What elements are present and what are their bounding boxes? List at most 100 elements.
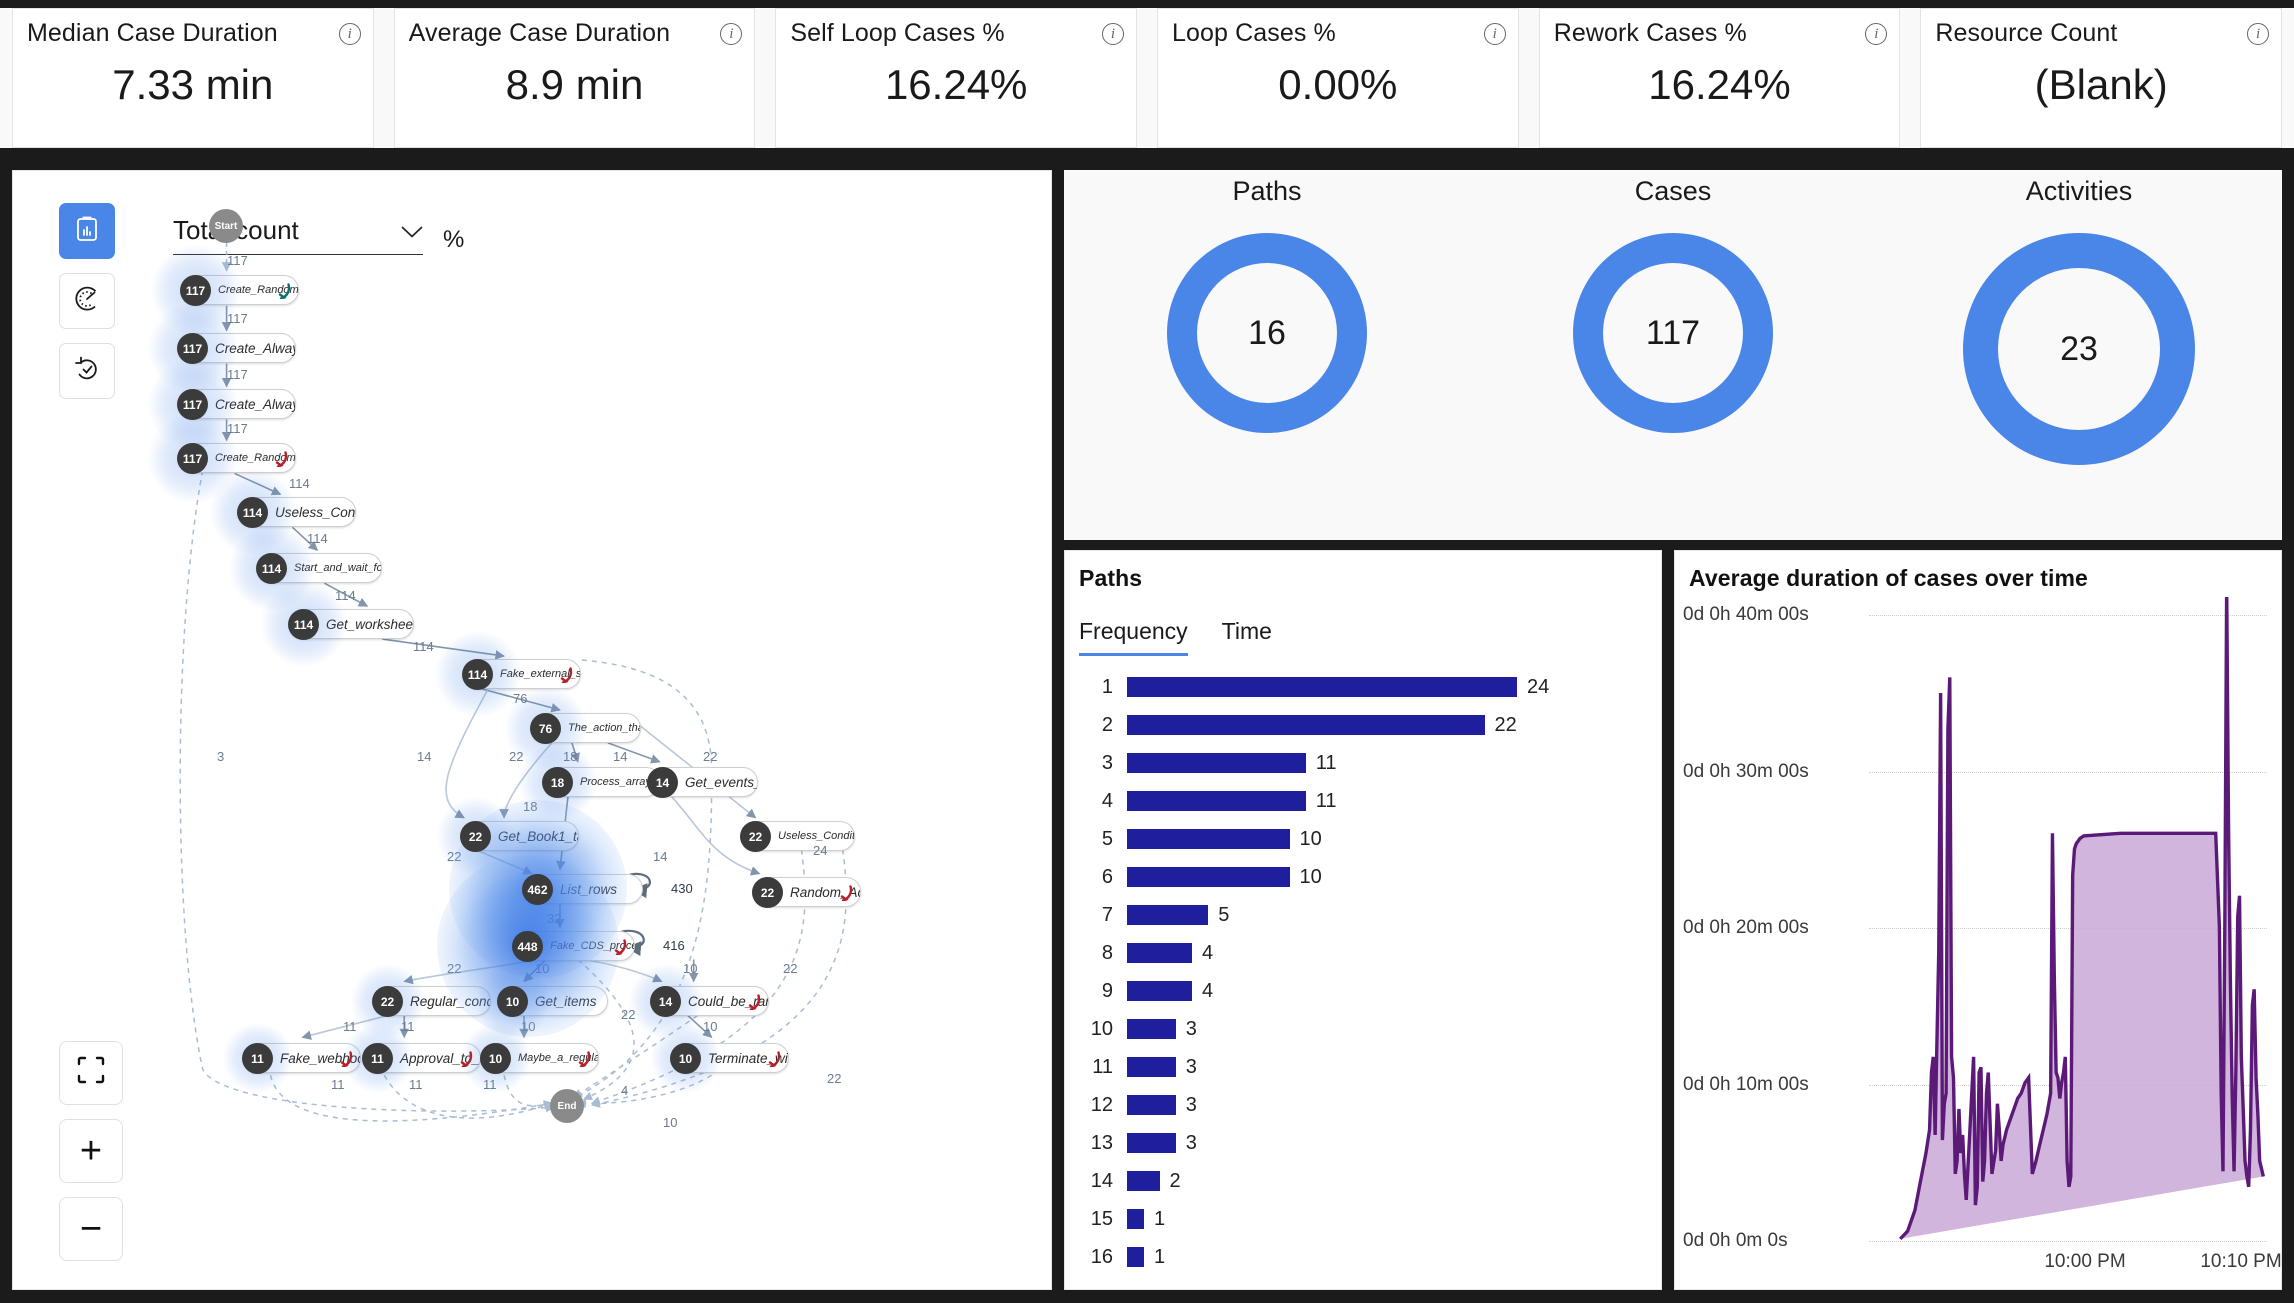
zoom-controls: + −	[59, 1041, 123, 1261]
node-count-badge: 114	[237, 497, 268, 528]
process-map-node[interactable]: 114Fake_external_service_call	[462, 659, 581, 690]
bar-track: 3	[1127, 1056, 1647, 1079]
bar-fill	[1127, 715, 1485, 735]
process-map-node[interactable]: 117Create_Random_Number	[180, 275, 299, 306]
bar-value-label: 3	[1185, 1017, 1197, 1040]
info-icon[interactable]: i	[338, 23, 361, 45]
rework-icon	[577, 1051, 591, 1068]
table-row[interactable]: 6 10	[1079, 858, 1647, 896]
bar-value-label: 10	[1299, 865, 1322, 888]
table-row[interactable]: 15 1	[1079, 1200, 1647, 1238]
rework-icon	[559, 667, 573, 684]
donut-value: 23	[1998, 268, 2160, 430]
bar-track: 3	[1127, 1094, 1647, 1117]
path-index: 11	[1092, 1055, 1113, 1078]
process-map-node[interactable]: 114Useless_Condition_#1	[237, 497, 356, 528]
panel-title: Paths	[1079, 565, 1143, 591]
table-row[interactable]: 94	[1079, 972, 1647, 1010]
bar-track: 2	[1127, 1170, 1647, 1193]
process-map-node[interactable]: 117Create_Random_Boolean	[177, 443, 296, 474]
process-map-node[interactable]: 11Approval_to_end_flow	[362, 1043, 481, 1074]
tab-frequency[interactable]: Frequency	[1079, 618, 1188, 656]
path-index: 9	[1101, 979, 1113, 1002]
table-row[interactable]: 12 3	[1079, 1086, 1647, 1124]
info-icon[interactable]: i	[2247, 23, 2270, 45]
process-map-node[interactable]: 14Get_events_(V4)	[647, 767, 758, 798]
rework-icon	[459, 1051, 473, 1068]
process-map-node[interactable]: 14Could_be_random	[650, 986, 769, 1017]
table-row[interactable]: 4 11	[1079, 782, 1647, 820]
bar-value-label: 5	[1218, 903, 1230, 926]
donut-ring: 23	[1963, 233, 2195, 465]
kpi-title: Loop Cases %	[1172, 19, 1336, 47]
info-icon[interactable]: i	[1483, 23, 1506, 45]
bar-fill	[1127, 981, 1192, 1001]
bar-track: 5	[1127, 904, 1647, 927]
bar-track: 10	[1127, 866, 1647, 889]
bar-track: 22	[1127, 714, 1647, 737]
kpi-card-median-case-duration: Median Case Duration i 7.33 min	[12, 8, 374, 148]
kpi-value: 8.9 min	[505, 60, 644, 108]
process-map-node[interactable]: 462 List_rows	[522, 874, 643, 905]
table-row[interactable]: 16 1	[1079, 1238, 1647, 1276]
process-map-node[interactable]: 22Useless_Condition_#2	[740, 821, 855, 852]
process-map-node[interactable]: 114Get_worksheets	[288, 609, 414, 640]
table-row[interactable]: 11 3	[1079, 1048, 1647, 1086]
table-row[interactable]: 3 11	[1079, 744, 1647, 782]
node-count-badge: 22	[372, 986, 403, 1017]
bar-value-label: 3	[1185, 1093, 1197, 1116]
table-row[interactable]: 10 3	[1079, 1010, 1647, 1048]
bar-fill	[1127, 1209, 1144, 1229]
bar-fill	[1127, 1133, 1176, 1153]
process-map-node[interactable]: 18Process_array_of_items_until_1_say_so	[542, 767, 661, 798]
rework-icon	[613, 939, 627, 956]
node-count-badge: 114	[256, 553, 287, 584]
path-index: 4	[1101, 789, 1113, 812]
process-map-node[interactable]: 22Regular_condition	[372, 986, 491, 1017]
info-icon[interactable]: i	[1102, 23, 1125, 45]
table-row[interactable]: 13 3	[1079, 1124, 1647, 1162]
path-index: 8	[1101, 941, 1113, 964]
path-index: 14	[1090, 1169, 1113, 1192]
table-row[interactable]: 5 10	[1079, 820, 1647, 858]
paths-tabs: Frequency Time	[1065, 592, 1661, 656]
table-row[interactable]: 14 2	[1079, 1162, 1647, 1200]
process-map-node[interactable]: 22Get_Book1_tables	[460, 821, 579, 852]
path-index: 12	[1090, 1093, 1113, 1116]
process-map-node[interactable]: 114Start_and_wait_for_an_approval	[256, 553, 382, 584]
process-map-node[interactable]: 10Maybe_a_regular_condition	[480, 1043, 599, 1074]
node-count-badge: 114	[462, 659, 493, 690]
duration-plot[interactable]: 0d 0h 0m 0s 0d 0h 10m 00s 0d 0h 20m 00s 0d …	[1675, 597, 2282, 1289]
bar-value-label: 4	[1202, 941, 1214, 964]
bar-fill	[1127, 1171, 1160, 1191]
table-row[interactable]: 84	[1079, 934, 1647, 972]
rework-icon	[274, 451, 288, 468]
donut-paths[interactable]: Paths 16	[1064, 176, 1470, 433]
table-row[interactable]: 75	[1079, 896, 1647, 934]
process-map-node[interactable]: 22Random_Action	[752, 877, 861, 908]
donut-title: Activities	[2025, 176, 2133, 206]
bar-value-label: 3	[1185, 1055, 1197, 1078]
zoom-out-button[interactable]: −	[59, 1197, 123, 1261]
bar-value-label: 3	[1185, 1131, 1197, 1154]
process-map-node[interactable]: 117Create_Always_true	[177, 333, 296, 364]
process-map-node[interactable]: 117Create_Always_false	[177, 389, 296, 420]
process-map-end-node[interactable]: End	[550, 1089, 584, 1123]
process-map-node[interactable]: 448Fake_CDS_processing_#1	[512, 931, 635, 962]
process-map-node[interactable]: 11Fake_webhook_call	[242, 1043, 361, 1074]
process-map-start-node[interactable]: Start	[209, 209, 243, 243]
bar-fill	[1127, 829, 1290, 849]
tab-time[interactable]: Time	[1222, 618, 1272, 656]
donut-cases[interactable]: Cases 117	[1470, 176, 1876, 433]
process-map-panel: Total count % Start End 117 Create_Rando…	[12, 170, 1052, 1290]
fit-to-screen-button[interactable]	[59, 1041, 123, 1105]
table-row[interactable]: 1 24	[1079, 668, 1647, 706]
kpi-value: 0.00%	[1278, 60, 1398, 108]
process-map-node[interactable]: 10Terminate_with_500	[670, 1043, 789, 1074]
table-row[interactable]: 2 22	[1079, 706, 1647, 744]
path-index: 13	[1090, 1131, 1113, 1154]
zoom-in-button[interactable]: +	[59, 1119, 123, 1183]
donut-activities[interactable]: Activities 23	[1876, 176, 2282, 465]
process-map-node[interactable]: 76The_action_that_already_where_to_go	[530, 713, 641, 744]
process-map-node[interactable]: 10 Get_items	[497, 986, 608, 1017]
